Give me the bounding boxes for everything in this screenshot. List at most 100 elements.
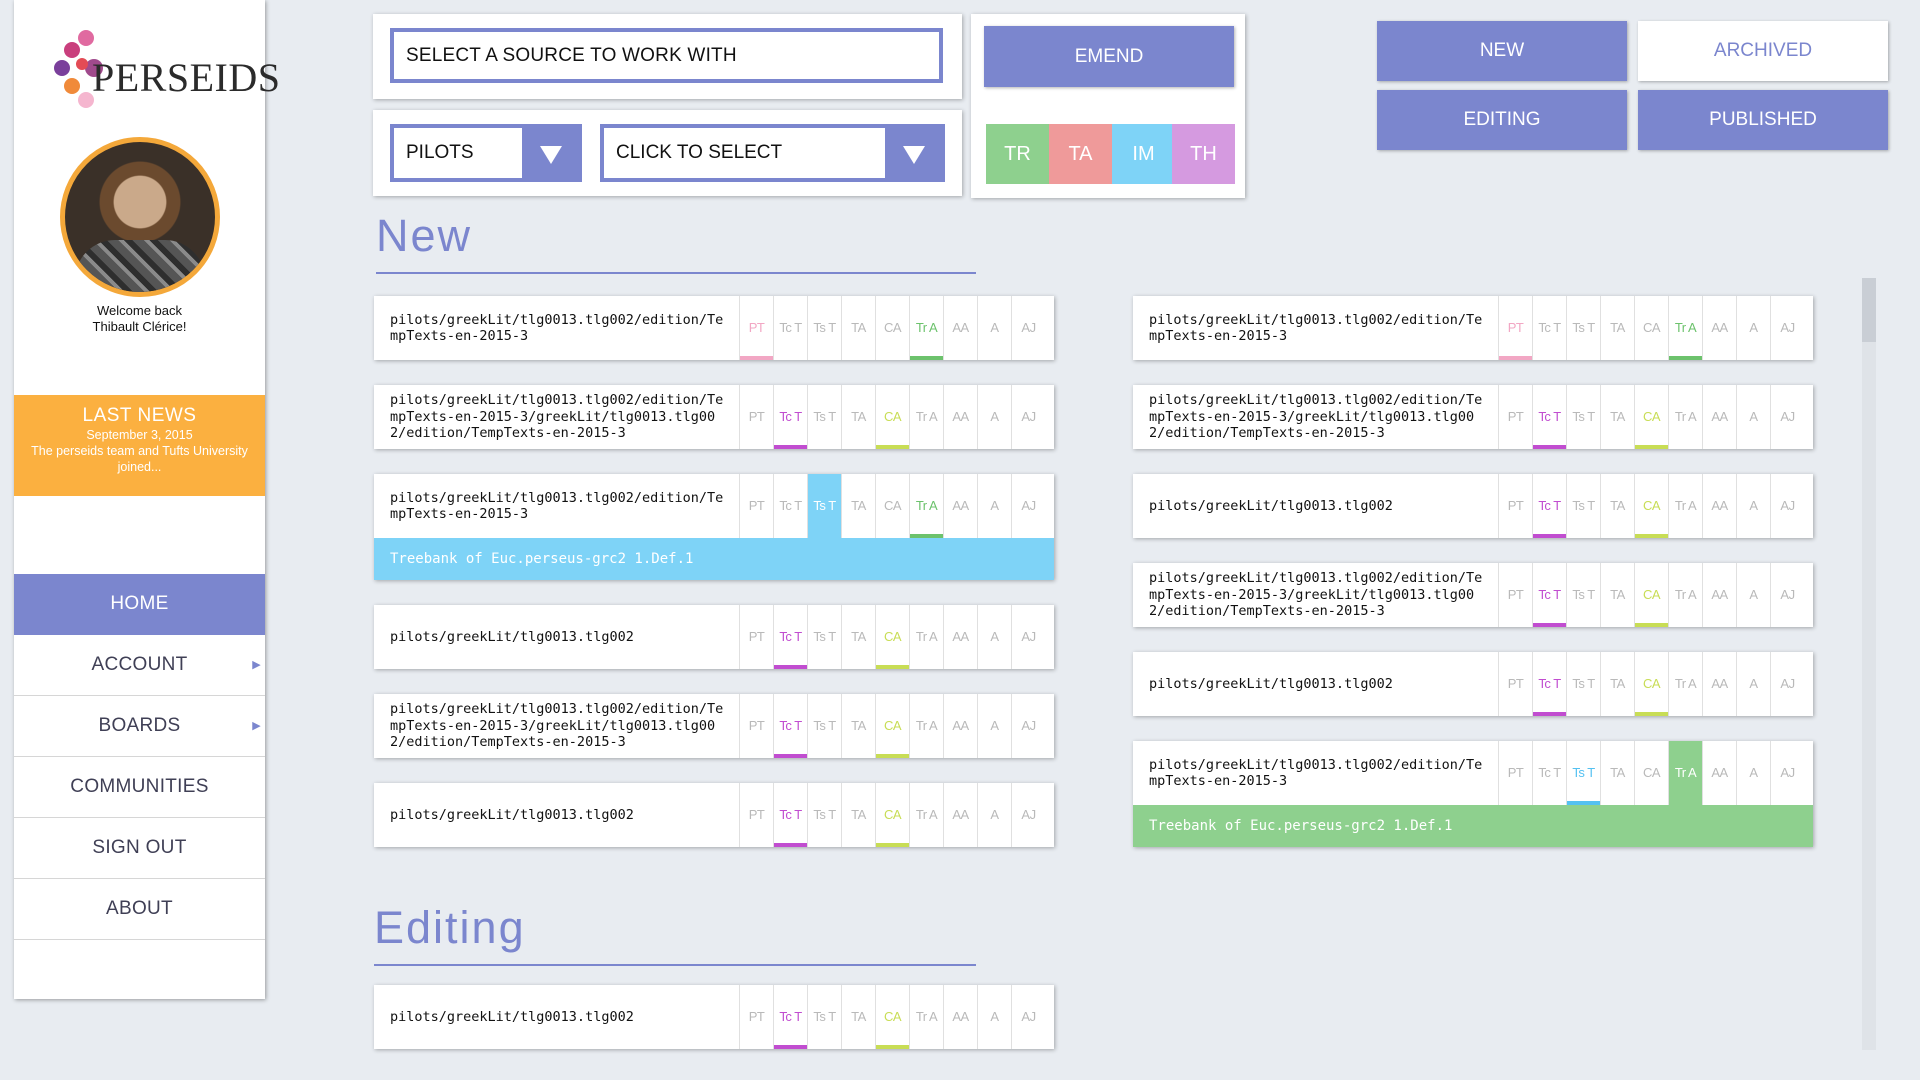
card-footer-annotation[interactable]: Treebank of Euc.perseus-grc2 1.Def.1 (1133, 805, 1813, 847)
tag-aj[interactable]: AJ (1011, 385, 1045, 449)
tag-a[interactable]: A (977, 694, 1011, 758)
publication-path[interactable]: pilots/greekLit/tlg0013.tlg002 (390, 783, 730, 847)
tag-ca[interactable]: CA (1634, 652, 1668, 716)
tag-a[interactable]: A (1736, 474, 1770, 538)
tag-aj[interactable]: AJ (1770, 385, 1804, 449)
tag-aj[interactable]: AJ (1770, 741, 1804, 805)
publication-card[interactable]: pilots/greekLit/tlg0013.tlg002/edition/T… (374, 474, 1054, 580)
tag-aj[interactable]: AJ (1011, 296, 1045, 360)
tag-tc-t[interactable]: Tc T (1532, 474, 1566, 538)
filter-archived-button[interactable]: ARCHIVED (1638, 21, 1888, 81)
scrollbar-track[interactable] (1862, 278, 1876, 1050)
tag-ta[interactable]: TA (841, 694, 875, 758)
tag-ts-t[interactable]: Ts T (1566, 741, 1600, 805)
tag-ta[interactable]: TA (841, 783, 875, 847)
publication-card[interactable]: pilots/greekLit/tlg0013.tlg002/edition/T… (1133, 563, 1813, 627)
tag-aa[interactable]: AA (943, 385, 977, 449)
tag-ta[interactable]: TA (841, 985, 875, 1049)
tag-aa[interactable]: AA (1702, 296, 1736, 360)
tag-pt[interactable]: PT (739, 605, 773, 669)
tag-ca[interactable]: CA (1634, 474, 1668, 538)
tag-tc-t[interactable]: Tc T (773, 385, 807, 449)
tag-pt[interactable]: PT (1498, 296, 1532, 360)
tag-ts-t[interactable]: Ts T (1566, 652, 1600, 716)
publication-path[interactable]: pilots/greekLit/tlg0013.tlg002/edition/T… (390, 296, 730, 360)
tag-ca[interactable]: CA (875, 296, 909, 360)
tag-tc-t[interactable]: Tc T (1532, 652, 1566, 716)
type-button-ta[interactable]: TA (1049, 124, 1112, 184)
tag-aj[interactable]: AJ (1011, 985, 1045, 1049)
tag-tc-t[interactable]: Tc T (1532, 296, 1566, 360)
tag-tr-a[interactable]: Tr A (1668, 741, 1702, 805)
tag-tr-a[interactable]: Tr A (909, 474, 943, 538)
publication-card[interactable]: pilots/greekLit/tlg0013.tlg002/edition/T… (374, 385, 1054, 449)
tag-aj[interactable]: AJ (1011, 783, 1045, 847)
tag-tc-t[interactable]: Tc T (1532, 385, 1566, 449)
tag-ta[interactable]: TA (841, 385, 875, 449)
tag-ts-t[interactable]: Ts T (807, 694, 841, 758)
tag-aj[interactable]: AJ (1770, 296, 1804, 360)
tag-aa[interactable]: AA (943, 985, 977, 1049)
tag-aj[interactable]: AJ (1011, 474, 1045, 538)
tag-pt[interactable]: PT (739, 296, 773, 360)
type-button-tr[interactable]: TR (986, 124, 1049, 184)
tag-ca[interactable]: CA (875, 985, 909, 1049)
tag-tr-a[interactable]: Tr A (1668, 385, 1702, 449)
tag-tr-a[interactable]: Tr A (909, 296, 943, 360)
tag-tr-a[interactable]: Tr A (1668, 652, 1702, 716)
tag-pt[interactable]: PT (1498, 741, 1532, 805)
tag-ta[interactable]: TA (1600, 652, 1634, 716)
tag-aj[interactable]: AJ (1011, 605, 1045, 669)
tag-pt[interactable]: PT (1498, 474, 1532, 538)
tag-pt[interactable]: PT (739, 694, 773, 758)
tag-pt[interactable]: PT (739, 985, 773, 1049)
tag-tr-a[interactable]: Tr A (909, 985, 943, 1049)
publication-card[interactable]: pilots/greekLit/tlg0013.tlg002 PT Tc T Ts T… (1133, 474, 1813, 538)
publication-card[interactable]: pilots/greekLit/tlg0013.tlg002 PT Tc T Ts T… (374, 985, 1054, 1049)
publication-path[interactable]: pilots/greekLit/tlg0013.tlg002/edition/T… (1149, 741, 1489, 805)
tag-ta[interactable]: TA (1600, 296, 1634, 360)
publication-card[interactable]: pilots/greekLit/tlg0013.tlg002/edition/T… (1133, 296, 1813, 360)
tag-ts-t[interactable]: Ts T (1566, 385, 1600, 449)
nav-item-boards[interactable]: BOARDS ▶ (14, 696, 265, 757)
tag-ca[interactable]: CA (875, 385, 909, 449)
filter-published-button[interactable]: PUBLISHED (1638, 90, 1888, 150)
nav-item-sign-out[interactable]: SIGN OUT (14, 818, 265, 879)
tag-a[interactable]: A (977, 385, 1011, 449)
publication-path[interactable]: pilots/greekLit/tlg0013.tlg002/edition/T… (390, 694, 730, 758)
tag-tc-t[interactable]: Tc T (1532, 563, 1566, 627)
tag-a[interactable]: A (977, 474, 1011, 538)
tag-ta[interactable]: TA (1600, 741, 1634, 805)
publication-path[interactable]: pilots/greekLit/tlg0013.tlg002 (390, 605, 730, 669)
tag-aa[interactable]: AA (943, 783, 977, 847)
tag-ts-t[interactable]: Ts T (807, 296, 841, 360)
tag-tr-a[interactable]: Tr A (1668, 296, 1702, 360)
tag-aa[interactable]: AA (943, 605, 977, 669)
tag-aa[interactable]: AA (943, 474, 977, 538)
tag-ts-t[interactable]: Ts T (807, 985, 841, 1049)
tag-ca[interactable]: CA (875, 474, 909, 538)
tag-aj[interactable]: AJ (1770, 652, 1804, 716)
publication-path[interactable]: pilots/greekLit/tlg0013.tlg002/edition/T… (1149, 385, 1489, 449)
tag-a[interactable]: A (977, 985, 1011, 1049)
tag-ts-t[interactable]: Ts T (807, 474, 841, 538)
tag-a[interactable]: A (1736, 296, 1770, 360)
tag-aa[interactable]: AA (1702, 563, 1736, 627)
scrollbar-thumb[interactable] (1862, 278, 1876, 342)
tag-tr-a[interactable]: Tr A (909, 385, 943, 449)
card-footer-annotation[interactable]: Treebank of Euc.perseus-grc2 1.Def.1 (374, 538, 1054, 580)
tag-ts-t[interactable]: Ts T (1566, 296, 1600, 360)
tag-ta[interactable]: TA (841, 605, 875, 669)
tag-pt[interactable]: PT (739, 783, 773, 847)
type-button-im[interactable]: IM (1112, 124, 1175, 184)
tag-aa[interactable]: AA (943, 296, 977, 360)
tag-ca[interactable]: CA (1634, 296, 1668, 360)
publication-card[interactable]: pilots/greekLit/tlg0013.tlg002/edition/T… (1133, 385, 1813, 449)
tag-pt[interactable]: PT (739, 474, 773, 538)
publication-card[interactable]: pilots/greekLit/tlg0013.tlg002 PT Tc T Ts T… (1133, 652, 1813, 716)
tag-tr-a[interactable]: Tr A (1668, 563, 1702, 627)
tag-ta[interactable]: TA (841, 474, 875, 538)
tag-ta[interactable]: TA (841, 296, 875, 360)
publication-path[interactable]: pilots/greekLit/tlg0013.tlg002 (390, 985, 730, 1049)
nav-item-home[interactable]: HOME (14, 574, 265, 635)
